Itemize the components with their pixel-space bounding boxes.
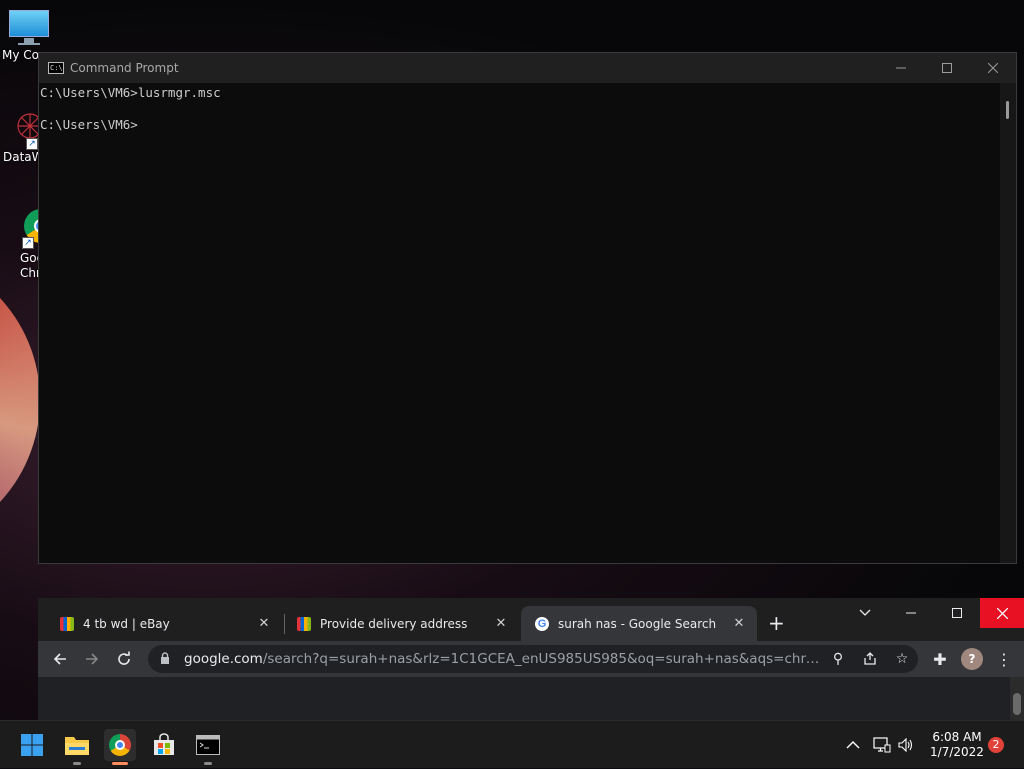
store-icon	[154, 733, 174, 755]
plus-icon: +	[768, 611, 785, 635]
tab-close-icon[interactable]: ✕	[256, 616, 272, 631]
page-scrollbar[interactable]	[1010, 677, 1024, 720]
clock[interactable]: 6:08 AM 1/7/2022	[925, 730, 989, 760]
address-bar[interactable]: google.com/search?q=surah+nas&rlz=1C1GCE…	[148, 645, 918, 673]
tab-label: surah nas - Google Search	[558, 616, 717, 631]
close-icon	[988, 63, 998, 73]
puzzle-icon: ✚	[933, 649, 947, 669]
volume-button[interactable]	[898, 721, 914, 769]
taskbar-file-explorer[interactable]	[61, 729, 93, 765]
reload-icon	[118, 651, 130, 665]
minimize-button[interactable]	[888, 598, 934, 628]
location-pin-icon: ⚲	[832, 651, 844, 667]
url-path: /search?q=surah+nas&rlz=1C1GCEA_enUS985U…	[262, 651, 823, 667]
maximize-button[interactable]	[934, 598, 980, 628]
network-icon	[873, 737, 891, 753]
windows-logo-icon	[21, 734, 43, 756]
maximize-icon	[952, 608, 962, 618]
running-indicator	[204, 762, 212, 765]
tab-close-icon[interactable]: ✕	[493, 616, 509, 631]
show-hidden-icons-button[interactable]	[846, 721, 860, 769]
speaker-icon	[898, 738, 913, 752]
forward-button[interactable]	[76, 643, 108, 675]
close-button[interactable]	[970, 53, 1016, 83]
cmd-titlebar[interactable]: C:\ Command Prompt	[39, 53, 1016, 83]
chrome-toolbar: google.com/search?q=surah+nas&rlz=1C1GCE…	[38, 641, 1024, 677]
chevron-up-icon	[846, 741, 860, 749]
maximize-icon	[942, 63, 952, 73]
extensions-button[interactable]: ✚	[924, 643, 956, 675]
shortcut-arrow-icon: ↗	[26, 138, 38, 150]
chevron-down-icon	[859, 609, 871, 616]
chrome-window[interactable]: 4 tb wd | eBay ✕ Provide delivery addres…	[38, 598, 1024, 720]
wallpaper-swirl	[0, 250, 40, 550]
lock-icon[interactable]	[160, 651, 174, 667]
avatar: ?	[961, 648, 983, 670]
clock-date: 1/7/2022	[930, 745, 984, 759]
console-output[interactable]: C:\Users\VM6>lusrmgr.msc C:\Users\VM6>	[39, 83, 1000, 563]
minimize-icon	[896, 67, 906, 69]
arrow-right-icon	[86, 653, 99, 665]
bookmark-star-button[interactable]: ☆	[886, 645, 918, 673]
tab-label: 4 tb wd | eBay	[83, 616, 170, 631]
tab-delivery-address[interactable]: Provide delivery address ✕	[283, 606, 519, 641]
share-button[interactable]	[854, 645, 886, 673]
minimize-button[interactable]	[878, 53, 924, 83]
window-title: Command Prompt	[70, 61, 179, 75]
folder-icon	[65, 737, 89, 755]
scrollbar-thumb[interactable]	[1013, 693, 1021, 715]
cmd-scrollbar[interactable]	[1000, 83, 1016, 563]
reload-button[interactable]	[108, 643, 140, 675]
location-pin-button[interactable]: ⚲	[822, 645, 854, 673]
minimize-icon	[906, 612, 916, 614]
clock-time: 6:08 AM	[932, 730, 982, 744]
shortcut-arrow-icon: ↗	[22, 237, 34, 249]
running-indicator	[112, 762, 128, 765]
ebay-icon	[60, 616, 74, 631]
chrome-menu-button[interactable]: ⋮	[988, 643, 1020, 675]
tab-ebay-4tb[interactable]: 4 tb wd | eBay ✕	[46, 606, 282, 641]
tab-label: Provide delivery address	[320, 616, 468, 631]
tab-search-button[interactable]	[842, 598, 888, 628]
new-tab-button[interactable]: +	[768, 612, 785, 634]
start-button[interactable]	[16, 729, 48, 761]
close-icon	[996, 607, 1008, 619]
back-button[interactable]	[44, 643, 76, 675]
running-indicator	[73, 762, 81, 765]
profile-button[interactable]: ?	[956, 643, 988, 675]
monitor-icon	[7, 10, 49, 46]
page-content[interactable]	[38, 677, 1024, 720]
network-button[interactable]	[873, 721, 891, 769]
star-icon: ☆	[895, 651, 909, 667]
ebay-icon	[297, 616, 311, 631]
scrollbar-thumb[interactable]	[1006, 101, 1009, 119]
console-line: C:\Users\VM6>	[40, 117, 138, 132]
google-icon: G	[535, 616, 549, 631]
arrow-left-icon	[53, 653, 66, 665]
share-icon	[864, 652, 876, 665]
notification-badge[interactable]: 2	[988, 737, 1004, 753]
tab-strip: 4 tb wd | eBay ✕ Provide delivery addres…	[38, 598, 1024, 641]
maximize-button[interactable]	[924, 53, 970, 83]
cmd-app-icon: C:\	[48, 62, 64, 74]
taskbar-chrome[interactable]	[104, 729, 136, 765]
command-prompt-window[interactable]: C:\ Command Prompt C:\Users\VM6>lusrmgr.…	[38, 52, 1017, 564]
kebab-menu-icon: ⋮	[996, 649, 1012, 669]
taskbar-microsoft-store[interactable]	[148, 729, 180, 761]
close-button[interactable]	[980, 598, 1024, 628]
tab-google-search[interactable]: G surah nas - Google Search ✕	[521, 606, 757, 641]
taskbar: 6:08 AM 1/7/2022	[0, 720, 1024, 768]
chrome-icon	[109, 734, 131, 756]
terminal-icon	[196, 735, 220, 755]
taskbar-command-prompt[interactable]	[192, 729, 224, 765]
console-line: C:\Users\VM6>lusrmgr.msc	[40, 85, 221, 100]
url-host: google.com	[184, 651, 263, 667]
tab-close-icon[interactable]: ✕	[731, 616, 747, 631]
